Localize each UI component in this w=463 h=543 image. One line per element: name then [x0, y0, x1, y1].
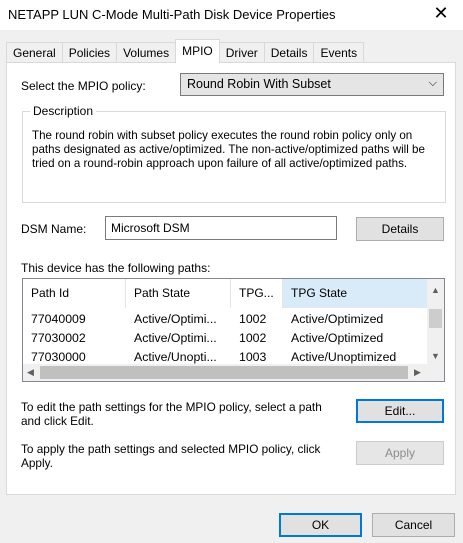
scroll-left-icon[interactable]: ◀: [27, 367, 34, 378]
tab-driver[interactable]: Driver: [218, 42, 265, 63]
vertical-scrollbar[interactable]: ▲ ▼: [427, 279, 444, 365]
policy-label: Select the MPIO policy:: [21, 79, 146, 93]
apply-button[interactable]: Apply: [356, 441, 444, 465]
title-bar: NETAPP LUN C-Mode Multi-Path Disk Device…: [0, 0, 463, 30]
vertical-scroll-thumb[interactable]: [429, 309, 442, 328]
policy-description: The round robin with subset policy execu…: [32, 129, 425, 170]
cancel-button[interactable]: Cancel: [372, 513, 455, 537]
tab-details[interactable]: Details: [263, 42, 315, 63]
horizontal-scroll-thumb[interactable]: [40, 366, 408, 379]
tab-general[interactable]: General: [6, 42, 63, 63]
column-header-path-id[interactable]: Path Id: [23, 279, 126, 308]
tpg-cell: 1002: [239, 331, 267, 345]
tab-volumes[interactable]: Volumes: [116, 42, 177, 63]
column-header-tpg[interactable]: TPG...: [231, 279, 283, 308]
tpg-state-cell: Active/Unoptimized: [291, 350, 397, 364]
tpg-state-cell: Active/Optimized: [291, 331, 384, 345]
tpg-cell: 1002: [239, 312, 267, 326]
policy-selected-value: Round Robin With Subset: [187, 77, 331, 91]
paths-label: This device has the following paths:: [21, 261, 211, 275]
table-row[interactable]: 77040009 Active/Optimi... 1002 Active/Op…: [23, 312, 428, 330]
scrollbar-corner: [427, 364, 444, 381]
path-state-cell: Active/Unopti...: [134, 350, 217, 364]
path-id-cell: 77030000: [31, 350, 86, 364]
dsm-name-field[interactable]: Microsoft DSM: [105, 216, 337, 240]
description-legend: Description: [30, 104, 97, 118]
dsm-label: DSM Name:: [21, 222, 87, 236]
chevron-down-icon: ⌵: [428, 77, 437, 89]
path-id-cell: 77030002: [31, 331, 86, 345]
tab-events[interactable]: Events: [313, 42, 365, 63]
tab-mpio[interactable]: MPIO: [175, 39, 220, 63]
scroll-down-icon[interactable]: ▼: [431, 351, 440, 361]
window-title: NETAPP LUN C-Mode Multi-Path Disk Device…: [8, 7, 336, 22]
column-header-tpg-state[interactable]: TPG State: [283, 279, 428, 308]
column-header-path-state[interactable]: Path State: [126, 279, 231, 308]
table-row[interactable]: 77030002 Active/Optimi... 1002 Active/Op…: [23, 331, 428, 349]
mpio-policy-select[interactable]: Round Robin With Subset ⌵: [180, 73, 444, 96]
path-id-cell: 77040009: [31, 312, 86, 326]
edit-hint: To edit the path settings for the MPIO p…: [21, 400, 322, 428]
scroll-up-icon[interactable]: ▲: [431, 285, 440, 295]
details-button[interactable]: Details: [356, 217, 444, 241]
tab-strip: General Policies Volumes MPIO Driver Det…: [6, 39, 365, 63]
tpg-cell: 1003: [239, 350, 267, 364]
edit-button[interactable]: Edit...: [356, 399, 444, 423]
scroll-right-icon[interactable]: ▶: [414, 367, 421, 378]
close-icon[interactable]: ✕: [431, 3, 451, 24]
ok-button[interactable]: OK: [279, 513, 362, 537]
apply-hint: To apply the path settings and selected …: [21, 442, 321, 470]
tab-policies[interactable]: Policies: [61, 42, 118, 63]
tpg-state-cell: Active/Optimized: [291, 312, 384, 326]
paths-list[interactable]: Path Id Path State TPG... TPG State 7704…: [22, 278, 445, 382]
path-state-cell: Active/Optimi...: [134, 312, 217, 326]
horizontal-scrollbar[interactable]: ◀ ▶: [23, 364, 427, 381]
path-state-cell: Active/Optimi...: [134, 331, 217, 345]
